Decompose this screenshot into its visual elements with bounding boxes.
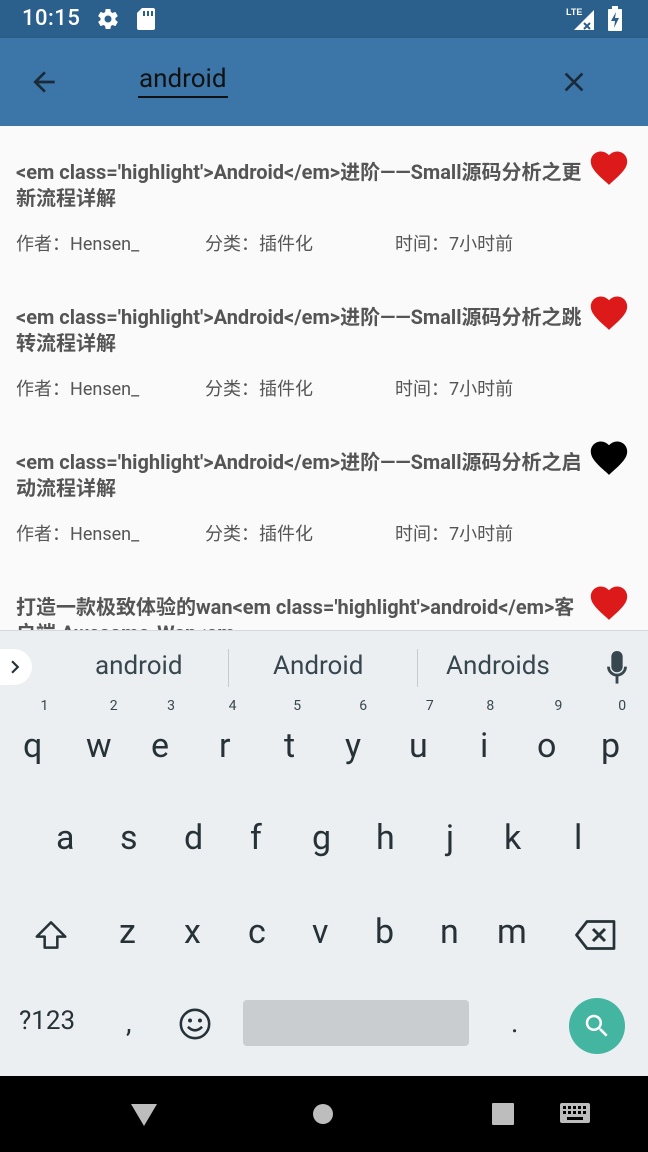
key-p[interactable]: p0 — [601, 698, 626, 766]
result-item[interactable]: 打造一款极致体验的wan<em class='highlight'>androi… — [0, 561, 648, 630]
favorite-heart-icon[interactable] — [587, 436, 631, 476]
result-author: 作者：Hensen_ — [16, 379, 140, 400]
lte-signal-icon: LTE — [566, 7, 594, 30]
search-action-button[interactable] — [569, 998, 625, 1054]
emoji-icon[interactable] — [178, 1007, 212, 1041]
status-bar: 10:15 LTE — [0, 0, 648, 38]
key-o[interactable]: o9 — [537, 698, 562, 766]
result-title[interactable]: <em class='highlight'>Android</em>进阶——Sm… — [16, 159, 586, 211]
microphone-icon[interactable] — [606, 651, 628, 685]
suggestion-word[interactable]: android — [95, 651, 183, 681]
key-d[interactable]: d — [184, 818, 203, 858]
battery-charging-icon — [608, 6, 622, 31]
settings-gear-icon — [98, 9, 118, 30]
result-item[interactable]: <em class='highlight'>Android</em>进阶——Sm… — [0, 271, 648, 416]
result-author: 作者：Hensen_ — [16, 524, 140, 545]
shift-icon[interactable] — [32, 916, 70, 954]
chevron-right-icon — [11, 660, 20, 674]
result-author: 作者：Hensen_ — [16, 234, 140, 255]
key-m[interactable]: m — [497, 912, 527, 952]
key-y[interactable]: y6 — [345, 698, 367, 766]
result-category: 分类：插件化 — [205, 379, 313, 400]
favorite-heart-icon[interactable] — [587, 581, 631, 621]
key-t[interactable]: t5 — [284, 698, 301, 766]
key-n[interactable]: n — [440, 912, 459, 952]
search-icon — [585, 1014, 608, 1037]
key-h[interactable]: h — [376, 818, 395, 858]
key-v[interactable]: v — [312, 912, 328, 952]
key-k[interactable]: k — [504, 818, 521, 858]
suggestion-word[interactable]: Androids — [446, 651, 550, 681]
keyboard-switch-icon[interactable] — [559, 1102, 591, 1126]
result-item[interactable]: <em class='highlight'>Android</em>进阶——Sm… — [0, 416, 648, 561]
key-a[interactable]: a — [56, 818, 75, 858]
key-c[interactable]: c — [248, 912, 266, 952]
key-r[interactable]: r4 — [219, 698, 237, 766]
sd-card-icon — [137, 8, 155, 30]
result-title[interactable]: <em class='highlight'>Android</em>进阶——Sm… — [16, 304, 586, 356]
recents-square-icon[interactable] — [491, 1102, 515, 1126]
comma-key[interactable]: , — [126, 1006, 132, 1039]
key-w[interactable]: w2 — [86, 698, 118, 766]
search-results-list: <em class='highlight'>Android</em>进阶——Sm… — [0, 126, 648, 630]
result-category: 分类：插件化 — [205, 234, 313, 255]
soft-keyboard: q1 w2 e3 r4 t5 y6 u7 i8 o9 p0 a s d f g … — [0, 698, 648, 1076]
key-e[interactable]: e3 — [151, 698, 175, 766]
key-z[interactable]: z — [119, 912, 136, 952]
suggestion-word[interactable]: Android — [273, 651, 363, 681]
search-app-bar: android — [0, 38, 648, 126]
back-triangle-icon[interactable] — [129, 1102, 159, 1128]
home-circle-icon[interactable] — [312, 1103, 334, 1125]
key-q[interactable]: q1 — [23, 698, 48, 766]
expand-suggestions-button[interactable] — [0, 649, 32, 685]
result-category: 分类：插件化 — [205, 524, 313, 545]
symbols-key[interactable]: ?123 — [19, 1006, 75, 1036]
result-time: 时间：7小时前 — [395, 234, 514, 255]
key-x[interactable]: x — [184, 912, 201, 952]
key-u[interactable]: u7 — [409, 698, 434, 766]
key-i[interactable]: i8 — [480, 698, 494, 766]
status-time: 10:15 — [22, 6, 81, 31]
keyboard-suggestion-strip: android Android Androids — [0, 630, 648, 702]
result-time: 时间：7小时前 — [395, 379, 514, 400]
favorite-heart-icon[interactable] — [587, 146, 631, 186]
period-key[interactable]: . — [511, 1006, 518, 1039]
svg-text:LTE: LTE — [566, 7, 582, 17]
key-g[interactable]: g — [312, 818, 331, 858]
result-item[interactable]: <em class='highlight'>Android</em>进阶——Sm… — [0, 126, 648, 271]
result-time: 时间：7小时前 — [395, 524, 514, 545]
back-arrow-icon[interactable] — [28, 66, 60, 98]
suggestion-divider — [417, 649, 418, 687]
key-j[interactable]: j — [446, 818, 454, 858]
backspace-icon[interactable] — [575, 918, 617, 952]
result-title[interactable]: 打造一款极致体验的wan<em class='highlight'>androi… — [16, 594, 586, 630]
key-l[interactable]: l — [574, 818, 582, 858]
search-input[interactable]: android — [138, 62, 228, 98]
space-bar[interactable] — [243, 1000, 469, 1046]
key-f[interactable]: f — [250, 818, 262, 858]
result-title[interactable]: <em class='highlight'>Android</em>进阶——Sm… — [16, 449, 586, 501]
key-s[interactable]: s — [120, 818, 138, 858]
suggestion-divider — [228, 649, 229, 687]
clear-search-icon[interactable] — [558, 66, 590, 98]
favorite-heart-icon[interactable] — [587, 291, 631, 331]
system-navigation-bar — [0, 1076, 648, 1152]
key-b[interactable]: b — [375, 912, 394, 952]
